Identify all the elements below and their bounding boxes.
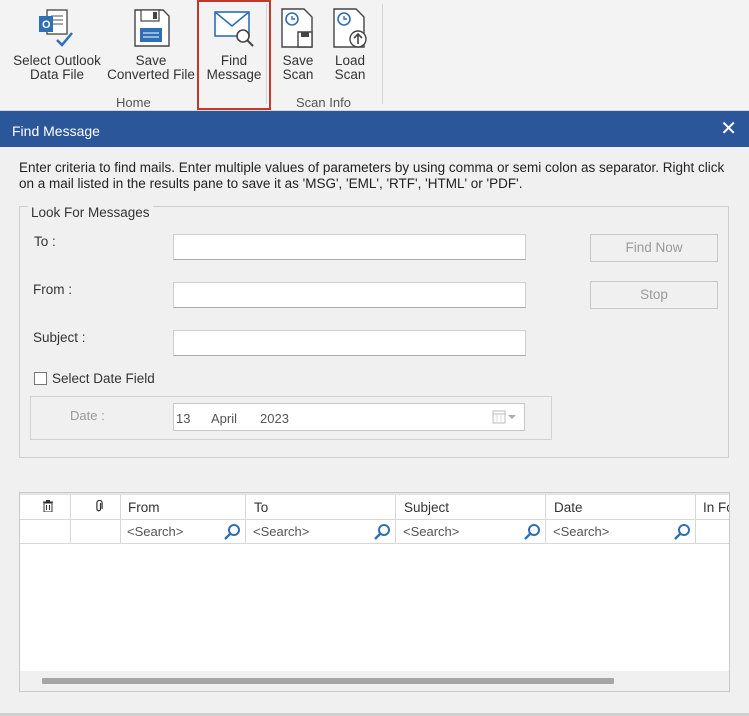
from-input[interactable] — [173, 282, 526, 308]
date-picker[interactable]: 13 April 2023 — [173, 403, 525, 431]
column-in-folder-label: In Fo — [703, 500, 729, 515]
group-separator — [266, 4, 267, 104]
save-scan-button[interactable]: Save Scan — [274, 0, 322, 110]
select-date-field-checkbox[interactable] — [34, 372, 47, 385]
calendar-dropdown-icon[interactable] — [492, 410, 518, 424]
search-cell-subject[interactable]: <Search> — [396, 520, 546, 543]
column-from[interactable]: From — [121, 495, 246, 519]
find-message-envelope-icon — [214, 11, 254, 47]
select-date-field-label[interactable]: Select Date Field — [52, 371, 155, 386]
column-subject[interactable]: Subject — [396, 495, 546, 519]
search-cell-attachment — [71, 520, 121, 543]
column-to-label: To — [254, 500, 269, 515]
from-search-input[interactable]: <Search> — [127, 524, 183, 539]
group-separator — [382, 4, 383, 104]
select-outlook-data-file-button[interactable]: O Select Outlook Data File — [8, 0, 106, 110]
to-label: To : — [34, 234, 56, 249]
group-label-home: Home — [116, 95, 151, 110]
column-attachment[interactable] — [71, 495, 121, 519]
search-cell-in-folder[interactable] — [696, 520, 729, 543]
find-now-button[interactable]: Find Now — [590, 234, 718, 262]
select-outlook-data-file-label: Select Outlook Data File — [13, 53, 101, 82]
date-day: 13 — [176, 411, 191, 426]
save-floppy-icon — [134, 9, 170, 47]
grid-header-row: From To Subject Date In Fo — [20, 493, 729, 519]
search-cell-to[interactable]: <Search> — [246, 520, 396, 543]
stop-button[interactable]: Stop — [590, 281, 718, 309]
search-icon[interactable] — [523, 523, 541, 541]
look-for-messages-legend: Look For Messages — [28, 205, 153, 220]
find-message-button[interactable]: Find Message — [197, 0, 271, 110]
save-scan-icon — [281, 8, 313, 48]
dialog-titlebar: Find Message ✕ — [0, 111, 749, 147]
search-cell-date[interactable]: <Search> — [546, 520, 696, 543]
load-scan-icon — [333, 8, 367, 48]
subject-label: Subject : — [33, 330, 86, 345]
instructions-text: Enter criteria to find mails. Enter mult… — [19, 160, 725, 191]
column-date[interactable]: Date — [546, 495, 696, 519]
scrollbar-thumb[interactable] — [42, 678, 614, 684]
find-message-dialog: Enter criteria to find mails. Enter mult… — [0, 147, 749, 716]
group-label-scan-info: Scan Info — [296, 95, 351, 110]
trash-icon — [43, 500, 53, 512]
search-icon[interactable] — [223, 523, 241, 541]
date-search-input[interactable]: <Search> — [553, 524, 609, 539]
ribbon: O Select Outlook Data File Save Converte… — [0, 0, 749, 111]
column-to[interactable]: To — [246, 495, 396, 519]
dialog-title: Find Message — [12, 123, 100, 139]
column-date-label: Date — [554, 500, 583, 515]
to-search-input[interactable]: <Search> — [253, 524, 309, 539]
close-icon[interactable]: ✕ — [720, 116, 737, 141]
load-scan-label: Load Scan — [334, 53, 366, 82]
attachment-icon — [96, 500, 103, 512]
date-label: Date : — [70, 408, 105, 423]
column-from-label: From — [128, 500, 160, 515]
search-icon[interactable] — [673, 523, 691, 541]
subject-input[interactable] — [173, 330, 526, 356]
svg-text:O: O — [42, 19, 51, 31]
search-cell-delete — [20, 520, 71, 543]
search-cell-from[interactable]: <Search> — [121, 520, 246, 543]
column-delete[interactable] — [20, 495, 71, 519]
column-subject-label: Subject — [404, 500, 450, 515]
from-label: From : — [33, 282, 72, 297]
column-in-folder[interactable]: In Fo — [696, 495, 729, 519]
grid-search-row: <Search> <Search> <Search> <Search> — [20, 519, 729, 544]
save-converted-file-button[interactable]: Save Converted File — [106, 0, 196, 110]
find-message-label: Find Message — [206, 53, 262, 82]
save-converted-file-label: Save Converted File — [107, 53, 195, 82]
save-scan-label: Save Scan — [282, 53, 314, 82]
results-grid: From To Subject Date In Fo <Search> — [19, 492, 730, 692]
search-icon[interactable] — [373, 523, 391, 541]
outlook-data-file-icon: O — [39, 9, 73, 47]
date-month: April — [211, 411, 238, 426]
date-year: 2023 — [260, 411, 289, 426]
load-scan-button[interactable]: Load Scan — [326, 0, 374, 110]
horizontal-scrollbar[interactable] — [20, 671, 729, 691]
to-input[interactable] — [173, 234, 526, 260]
subject-search-input[interactable]: <Search> — [403, 524, 459, 539]
